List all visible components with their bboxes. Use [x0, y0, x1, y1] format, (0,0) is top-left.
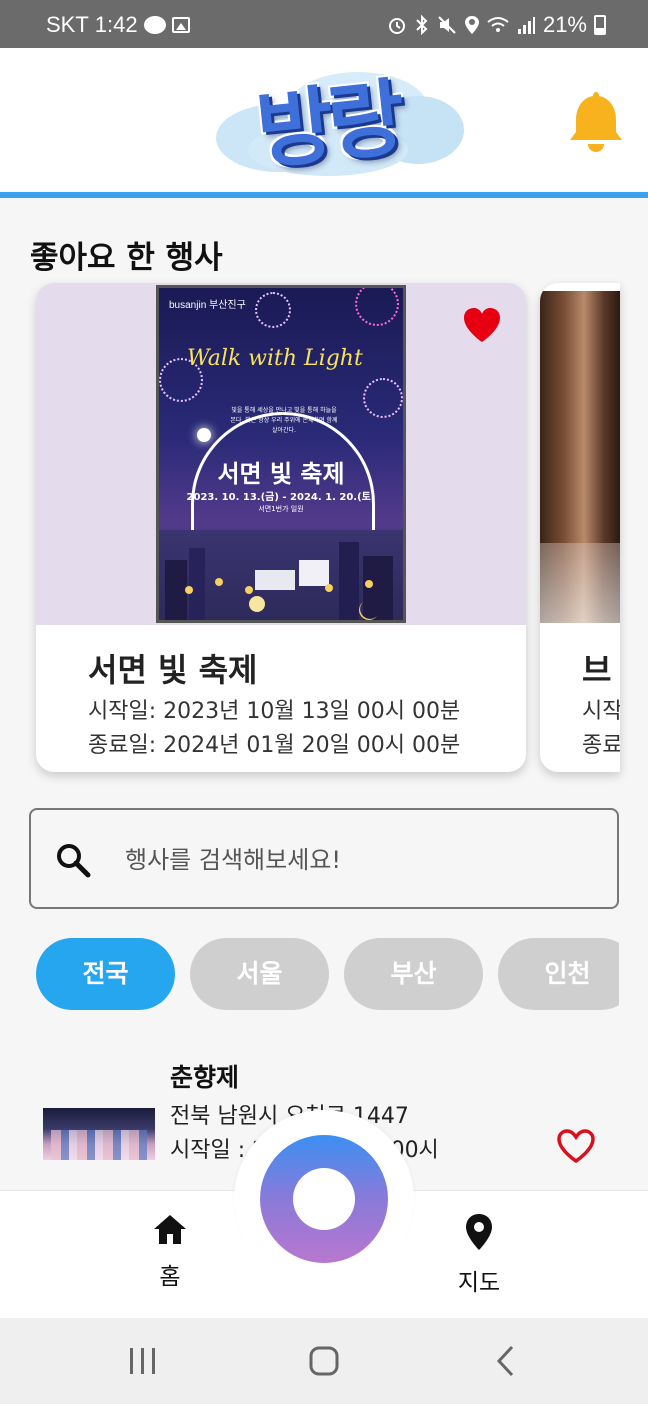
card-title: 서면 빛 축제 [88, 651, 258, 689]
home-icon [154, 1215, 186, 1244]
nav-map[interactable]: 지도 [419, 1213, 539, 1297]
region-chip-busan[interactable]: 부산 [344, 938, 483, 1010]
event-thumbnail [43, 1108, 155, 1160]
poster-location: 서면1번가 일원 [258, 505, 304, 513]
firework-decoration [355, 288, 399, 326]
nav-home-label: 홈 [159, 1264, 181, 1290]
app-logo[interactable]: 방랑 [208, 58, 468, 188]
event-poster: busanjin 부산진구 Walk with Light 빛을 통해 세상을 … [156, 285, 406, 623]
nav-home[interactable]: 홈 [110, 1213, 230, 1291]
kakaotalk-icon [143, 16, 166, 34]
heart-outline-icon[interactable] [556, 1128, 596, 1164]
card-start-date: 시작 [582, 699, 620, 724]
system-nav-bar [0, 1318, 648, 1404]
status-bar: SKT 1:42 21% [0, 0, 648, 48]
card-image-area: busanjin 부산진구 Walk with Light 빛을 통해 세상을 … [36, 283, 526, 625]
search-box[interactable] [29, 808, 619, 909]
region-chip-all[interactable]: 전국 [36, 938, 175, 1010]
alarm-icon [388, 18, 405, 34]
battery-label: 21% [542, 12, 587, 37]
moon-decoration [197, 428, 211, 442]
time-label: 1:42 [94, 12, 138, 37]
card-start-date: 시작일: 2023년 10월 13일 00시 00분 [88, 699, 461, 724]
mute-icon [438, 16, 456, 34]
poster-city-illustration [159, 530, 403, 620]
location-icon [464, 16, 479, 34]
poster-brand: busanjin 부산진구 [169, 300, 246, 311]
firework-decoration [363, 378, 403, 418]
firework-decoration [255, 292, 291, 328]
bell-icon[interactable] [566, 88, 626, 154]
map-pin-icon [466, 1214, 492, 1250]
center-action-button[interactable] [260, 1135, 388, 1263]
region-filter: 전국 서울 부산 인천 [36, 938, 619, 1012]
city-skyline [165, 542, 393, 620]
liked-event-card[interactable]: busanjin 부산진구 Walk with Light 빛을 통해 세상을 … [36, 283, 526, 772]
image-icon [171, 17, 190, 33]
region-chip-seoul[interactable]: 서울 [190, 938, 329, 1010]
bluetooth-icon [416, 15, 428, 35]
battery-icon [594, 15, 606, 35]
card-end-date: 종료일: 2024년 01월 20일 00시 00분 [88, 733, 461, 758]
recent-apps-icon[interactable] [128, 1346, 158, 1376]
search-input[interactable] [125, 840, 585, 880]
event-title: 춘향제 [170, 1063, 240, 1092]
section-title-liked: 좋아요 한 행사 [30, 240, 223, 276]
poster-title: 서면 빛 축제 [217, 460, 345, 488]
region-chip-incheon[interactable]: 인천 [498, 938, 619, 1010]
poster-headline: Walk with Light [187, 346, 363, 371]
liked-event-card[interactable]: 브 시작 종료 [540, 283, 620, 772]
card-end-date: 종료 [582, 733, 620, 758]
search-icon [57, 844, 91, 878]
card-title: 브 [582, 651, 612, 689]
heart-filled-icon[interactable] [462, 306, 502, 344]
signal-icon [517, 17, 535, 34]
back-icon[interactable] [496, 1345, 516, 1377]
carrier-label: SKT [46, 12, 89, 37]
nav-map-label: 지도 [457, 1270, 501, 1296]
logo-text: 방랑 [251, 68, 404, 182]
poster-dates: 2023. 10. 13.(금) - 2024. 1. 20.(토) [186, 492, 376, 503]
poster-subtitle: 빛을 통해 세상을 만나고 빛을 통해 하늘을 본다. 빛은 항상 우리 주위에… [230, 407, 338, 434]
event-photo [540, 291, 620, 623]
home-button-icon[interactable] [309, 1346, 339, 1376]
header-divider [0, 192, 648, 198]
wifi-icon [487, 17, 509, 32]
